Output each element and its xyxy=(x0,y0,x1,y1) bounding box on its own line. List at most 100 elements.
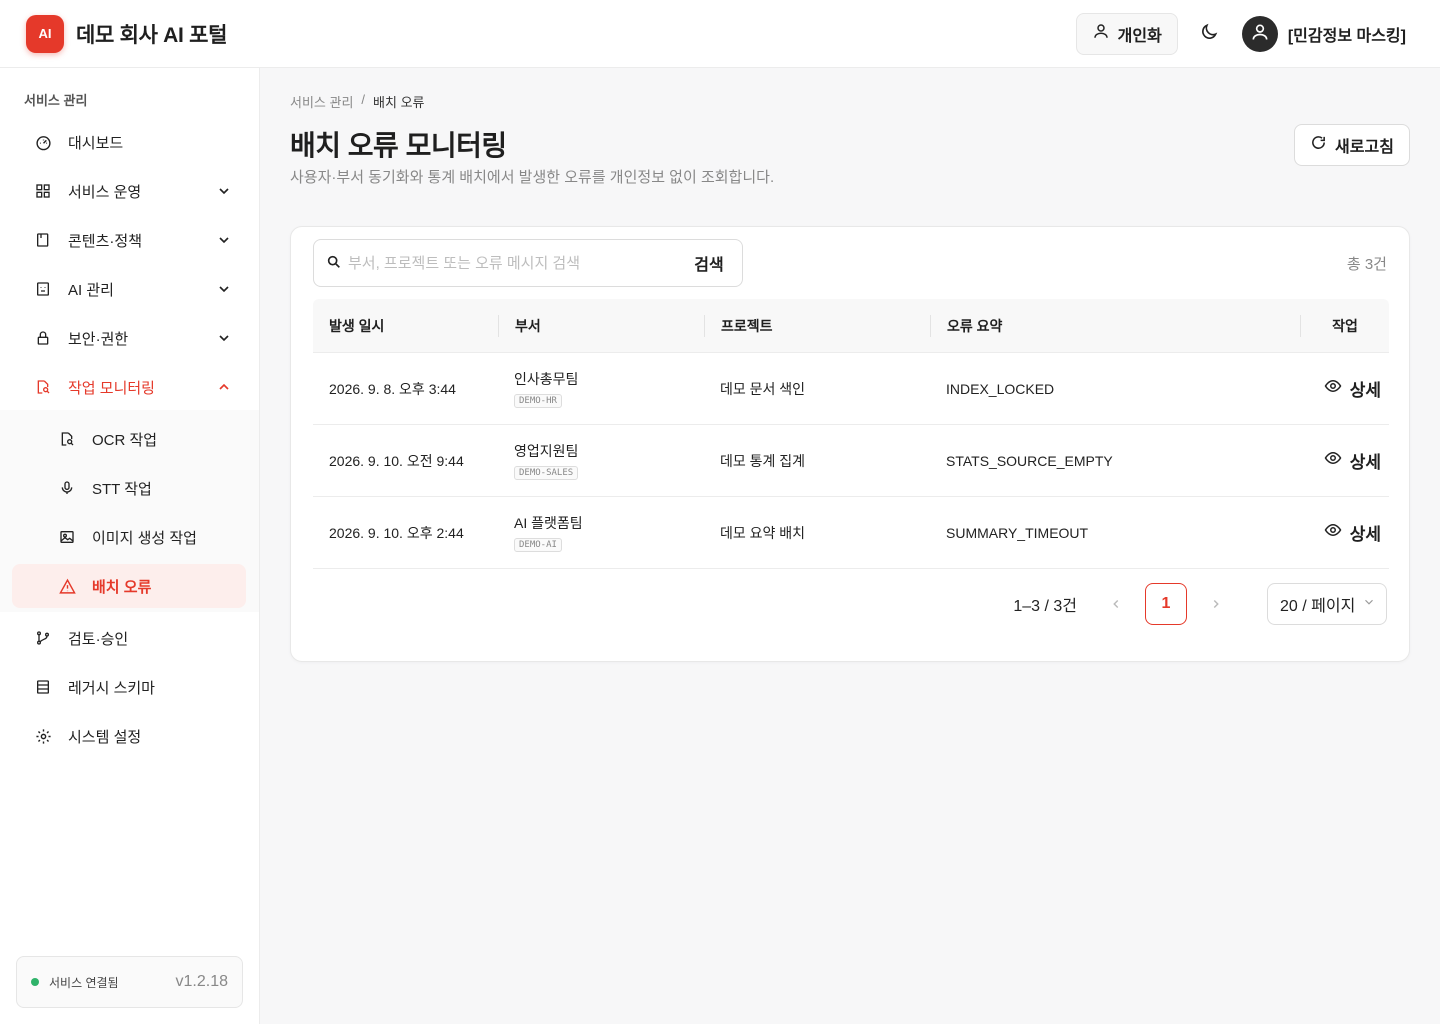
chevron-down-icon xyxy=(216,330,232,346)
robot-icon xyxy=(34,280,52,298)
gear-icon xyxy=(34,727,52,745)
cell-error: STATS_SOURCE_EMPTY xyxy=(946,452,1113,469)
dept-code-badge: DEMO-HR xyxy=(514,394,562,408)
sidebar-item-batch-errors[interactable]: 배치 오류 xyxy=(12,564,246,608)
cell-dept: 영업지원팀 DEMO-SALES xyxy=(498,441,704,480)
eye-icon xyxy=(1324,521,1342,544)
sidebar-item-dashboard[interactable]: 대시보드 xyxy=(12,120,246,164)
sidebar-item-ocr-jobs[interactable]: OCR 작업 xyxy=(12,417,246,461)
page-description: 사용자·부서 동기화와 통계 배치에서 발생한 오류를 개인정보 없이 조회합니… xyxy=(290,169,775,186)
avatar[interactable] xyxy=(1241,15,1278,52)
cell-time: 2026. 9. 10. 오후 2:44 xyxy=(329,524,464,541)
image-icon xyxy=(58,528,76,546)
search-button[interactable]: 검색 xyxy=(676,240,742,286)
grid-icon xyxy=(34,182,52,200)
status-dot xyxy=(31,978,39,986)
personalize-label: 개인화 xyxy=(1117,27,1162,45)
detail-button[interactable]: 상세 xyxy=(1324,448,1381,473)
cell-project: 데모 통계 집계 xyxy=(720,452,806,469)
file-search-icon xyxy=(34,378,52,396)
page-title: 배치 오류 모니터링 xyxy=(290,130,507,161)
sidebar-item-label: 콘텐츠·정책 xyxy=(68,232,142,250)
chevron-down-icon xyxy=(216,281,232,297)
sidebar-item-stt-jobs[interactable]: STT 작업 xyxy=(12,466,246,510)
cell-project: 데모 문서 색인 xyxy=(720,380,806,397)
breadcrumb-separator: / xyxy=(361,92,366,107)
column-header: 작업 xyxy=(1300,314,1389,337)
table-row: 2026. 9. 8. 오후 3:44 인사총무팀 DEMO-HR 데모 문서 … xyxy=(313,353,1389,425)
personalize-button[interactable]: 개인화 xyxy=(1075,12,1178,55)
main-content: 서비스 관리 / 배치 오류 배치 오류 모니터링 사용자·부서 동기화와 통계… xyxy=(260,68,1440,1024)
cell-error: SUMMARY_TIMEOUT xyxy=(946,524,1089,541)
detail-label: 상세 xyxy=(1349,525,1381,544)
detail-button[interactable]: 상세 xyxy=(1324,376,1381,401)
cell-time: 2026. 9. 10. 오전 9:44 xyxy=(329,452,464,469)
table-icon xyxy=(34,678,52,696)
sidebar-item-label: OCR 작업 xyxy=(92,431,158,449)
page-size-value: 20 / 페이지 xyxy=(1280,598,1356,615)
search-input[interactable] xyxy=(348,254,676,272)
dept-name: AI 플랫폼팀 xyxy=(514,515,583,531)
table-header: 발생 일시 부서 프로젝트 오류 요약 작업 xyxy=(313,299,1389,353)
search-box: 검색 xyxy=(313,239,743,287)
status-text: 서비스 연결됨 xyxy=(49,975,119,990)
sidebar-item-label: 작업 모니터링 xyxy=(68,379,155,397)
cell-dept: 인사총무팀 DEMO-HR xyxy=(498,369,704,408)
detail-button[interactable]: 상세 xyxy=(1324,520,1381,545)
page-size-select[interactable]: 20 / 페이지 xyxy=(1267,583,1387,625)
chevron-down-icon xyxy=(216,183,232,199)
sidebar-item-label: 레거시 스키마 xyxy=(68,679,155,697)
column-header: 부서 xyxy=(498,314,704,337)
total-count: 총 3건 xyxy=(1346,256,1387,273)
column-header: 오류 요약 xyxy=(930,314,1300,337)
theme-toggle-button[interactable] xyxy=(1194,19,1224,49)
search-icon xyxy=(326,254,342,273)
cell-action: 상세 xyxy=(1300,520,1389,545)
sidebar-item-image-jobs[interactable]: 이미지 생성 작업 xyxy=(12,515,246,559)
next-page-button[interactable] xyxy=(1201,589,1231,619)
batch-error-card: 검색 총 3건 발생 일시 부서 프로젝트 오류 요약 작업 2026. 9. … xyxy=(290,226,1410,662)
file-search-icon xyxy=(58,430,76,448)
refresh-button[interactable]: 새로고침 xyxy=(1294,124,1410,166)
warning-icon xyxy=(58,577,76,595)
column-header: 프로젝트 xyxy=(704,314,930,337)
cell-time: 2026. 9. 8. 오후 3:44 xyxy=(329,380,456,397)
prev-page-button[interactable] xyxy=(1101,589,1131,619)
user-icon xyxy=(1250,22,1270,45)
chevron-down-icon xyxy=(1362,595,1376,614)
cell-action: 상세 xyxy=(1300,376,1389,401)
sidebar-item-job-monitoring[interactable]: 작업 모니터링 xyxy=(12,365,246,409)
chevron-up-icon xyxy=(216,379,232,395)
dept-code-badge: DEMO-SALES xyxy=(514,466,579,480)
sidebar-item-service-ops[interactable]: 서비스 운영 xyxy=(12,169,246,213)
breadcrumb-item[interactable]: 서비스 관리 xyxy=(290,92,353,111)
sidebar-item-label: 대시보드 xyxy=(68,134,124,152)
cell-action: 상세 xyxy=(1300,448,1389,473)
document-icon xyxy=(34,231,52,249)
sidebar-item-label: STT 작업 xyxy=(92,480,152,498)
app-title: 데모 회사 AI 포털 xyxy=(76,23,228,47)
sidebar-item-content-policy[interactable]: 콘텐츠·정책 xyxy=(12,218,246,262)
sidebar: 서비스 관리 대시보드 서비스 운영 콘텐츠·정책 AI 관리 보안·권한 작업… xyxy=(0,68,260,1024)
detail-label: 상세 xyxy=(1349,381,1381,400)
sidebar-item-ai-admin[interactable]: AI 관리 xyxy=(12,267,246,311)
cell-dept: AI 플랫폼팀 DEMO-AI xyxy=(498,513,704,552)
table-row: 2026. 9. 10. 오후 2:44 AI 플랫폼팀 DEMO-AI 데모 … xyxy=(313,497,1389,569)
lock-icon xyxy=(34,329,52,347)
sidebar-item-system-settings[interactable]: 시스템 설정 xyxy=(12,714,246,758)
cell-error: INDEX_LOCKED xyxy=(946,380,1055,397)
app-header: AI 데모 회사 AI 포털 개인화 [민감정보 마스킹] xyxy=(0,0,1440,68)
moon-icon xyxy=(1199,22,1219,45)
sidebar-item-security[interactable]: 보안·권한 xyxy=(12,316,246,360)
table-row: 2026. 9. 10. 오전 9:44 영업지원팀 DEMO-SALES 데모… xyxy=(313,425,1389,497)
chevron-down-icon xyxy=(216,232,232,248)
eye-icon xyxy=(1324,449,1342,472)
breadcrumb-current: 배치 오류 xyxy=(373,95,425,110)
page-number-button[interactable]: 1 xyxy=(1145,583,1187,625)
sidebar-item-legacy-schema[interactable]: 레거시 스키마 xyxy=(12,665,246,709)
dept-code-badge: DEMO-AI xyxy=(514,538,562,552)
sidebar-item-review-approval[interactable]: 검토·승인 xyxy=(12,616,246,660)
microphone-icon xyxy=(58,479,76,497)
user-name[interactable]: [민감정보 마스킹] xyxy=(1288,22,1406,46)
logo[interactable]: AI xyxy=(26,14,64,53)
